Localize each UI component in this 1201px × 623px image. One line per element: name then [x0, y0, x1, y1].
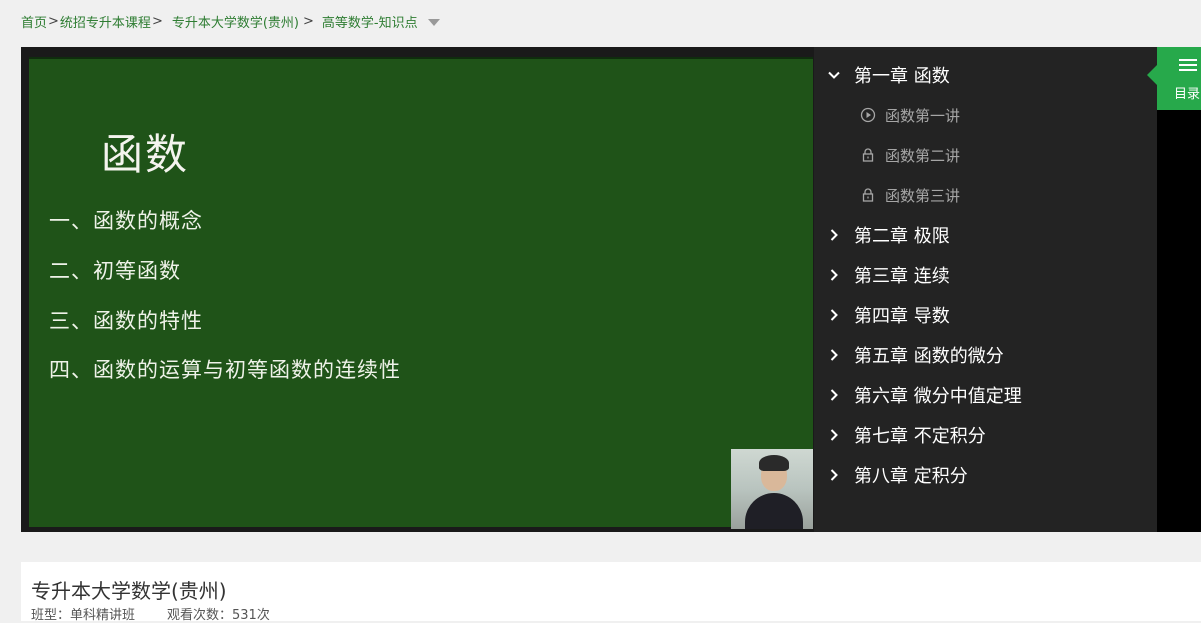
- chevron-down-icon: [828, 69, 840, 81]
- lesson-item[interactable]: 函数第一讲: [814, 101, 1157, 129]
- lock-icon: [860, 147, 876, 163]
- chapter-label: 第二章 极限: [854, 226, 950, 247]
- slide-line: 二、初等函数: [49, 259, 181, 283]
- slide-line: 三、函数的特性: [49, 309, 203, 333]
- lesson-item[interactable]: 函数第二讲: [814, 141, 1157, 169]
- course-meta: 班型：单科精讲班 观看次数：531次: [31, 604, 270, 623]
- chapter-label: 第一章 函数: [854, 66, 950, 87]
- chapter-item[interactable]: 第七章 不定积分: [814, 421, 1157, 449]
- slide-line: 四、函数的运算与初等函数的连续性: [49, 358, 401, 382]
- chapter-item[interactable]: 第四章 导数: [814, 301, 1157, 329]
- breadcrumb: 首页 > 统招专升本课程 > 专升本大学数学(贵州) > 高等数学-知识点: [21, 11, 440, 31]
- instructor-webcam: [731, 449, 813, 529]
- caret-down-icon[interactable]: [427, 18, 440, 26]
- video-area[interactable]: 函数 一、函数的概念 二、初等函数 三、函数的特性 四、函数的运算与初等函数的连…: [29, 57, 813, 529]
- side-strip: [1157, 47, 1201, 532]
- breadcrumb-current[interactable]: 高等数学-知识点: [322, 12, 418, 31]
- course-title: 专升本大学数学(贵州): [31, 579, 227, 603]
- breadcrumb-course[interactable]: 专升本大学数学(贵州): [172, 12, 299, 31]
- toc-toggle-button[interactable]: 目录: [1147, 47, 1201, 110]
- toc-toggle-label: 目录: [1174, 87, 1201, 102]
- chapter-item[interactable]: 第六章 微分中值定理: [814, 381, 1157, 409]
- chevron-right-icon: [828, 229, 840, 241]
- menu-icon: [1179, 59, 1197, 74]
- play-circle-icon: [860, 107, 876, 123]
- chapter-label: 第六章 微分中值定理: [854, 386, 1022, 407]
- chapter-item[interactable]: 第五章 函数的微分: [814, 341, 1157, 369]
- breadcrumb-home[interactable]: 首页: [21, 12, 47, 31]
- chapter-label: 第五章 函数的微分: [854, 346, 1004, 367]
- chapter-label: 第三章 连续: [854, 266, 950, 287]
- breadcrumb-separator: >: [303, 13, 314, 29]
- breadcrumb-separator: >: [151, 13, 163, 29]
- chapter-label: 第七章 不定积分: [854, 426, 986, 447]
- lesson-label: 函数第三讲: [885, 186, 961, 205]
- slide-line: 一、函数的概念: [49, 209, 203, 233]
- chapter-item[interactable]: 第八章 定积分: [814, 461, 1157, 489]
- chevron-right-icon: [828, 469, 840, 481]
- slide-title: 函数: [101, 130, 190, 179]
- chapter-item[interactable]: 第三章 连续: [814, 261, 1157, 289]
- chevron-right-icon: [828, 349, 840, 361]
- breadcrumb-category[interactable]: 统招专升本课程: [60, 12, 151, 31]
- lock-icon: [860, 187, 876, 203]
- chapter-label: 第八章 定积分: [854, 466, 968, 487]
- lesson-item[interactable]: 函数第三讲: [814, 181, 1157, 209]
- chapter-label: 第四章 导数: [854, 306, 950, 327]
- lesson-label: 函数第一讲: [885, 106, 961, 125]
- chevron-right-icon: [828, 429, 840, 441]
- chapter-item[interactable]: 第二章 极限: [814, 221, 1157, 249]
- chevron-right-icon: [828, 269, 840, 281]
- breadcrumb-separator: >: [48, 13, 59, 29]
- lesson-label: 函数第二讲: [885, 146, 961, 165]
- video-player: 函数 一、函数的概念 二、初等函数 三、函数的特性 四、函数的运算与初等函数的连…: [21, 47, 1201, 532]
- chevron-right-icon: [828, 309, 840, 321]
- chapter-list: 第一章 函数 函数第一讲 函数第二讲 函数第三讲 第二章 极限 第三章 连续 第…: [814, 47, 1157, 532]
- chapter-item[interactable]: 第一章 函数: [814, 61, 1157, 89]
- course-info: 专升本大学数学(贵州) 班型：单科精讲班 观看次数：531次: [21, 562, 1201, 623]
- chevron-right-icon: [828, 389, 840, 401]
